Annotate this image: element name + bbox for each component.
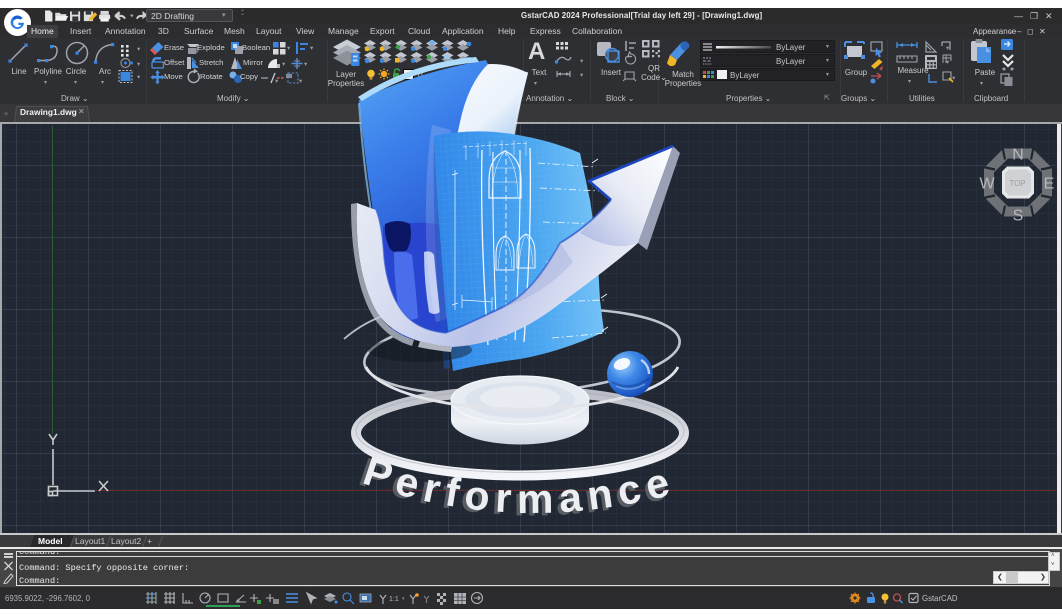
- svg-text:Performance: Performance: [358, 447, 680, 522]
